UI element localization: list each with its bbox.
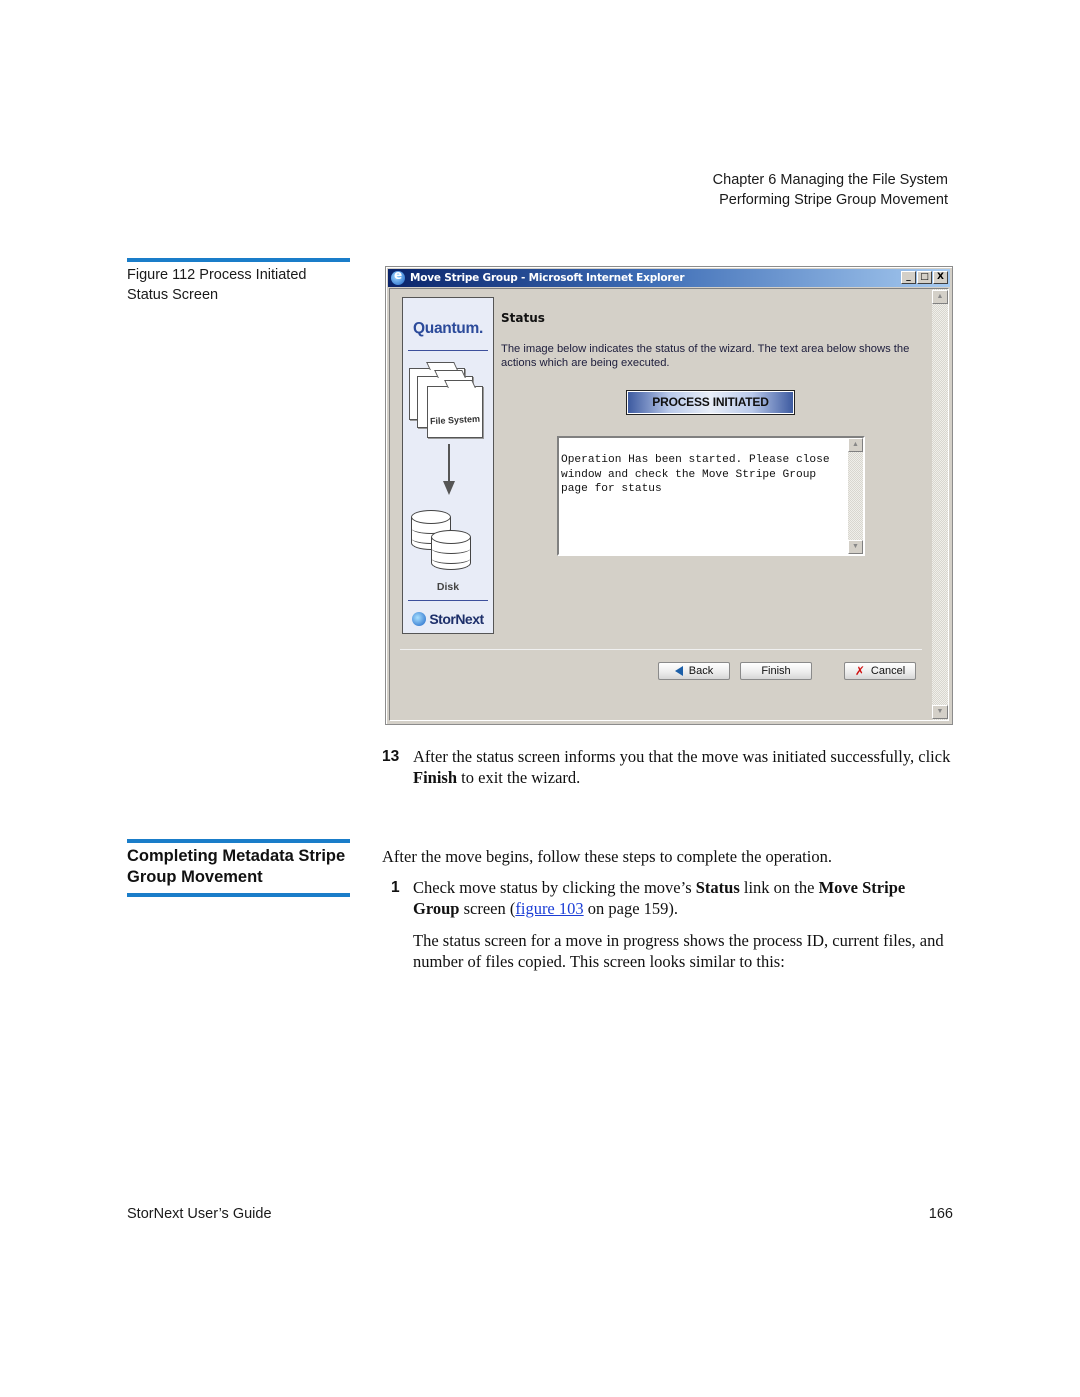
panel-divider [408, 350, 488, 351]
step-number: 13 [382, 748, 400, 765]
back-button[interactable]: Back [658, 662, 730, 680]
footer-page-number: 166 [928, 1206, 953, 1222]
folder-icon: File System [427, 386, 483, 438]
ie-window-screenshot: Move Stripe Group - Microsoft Internet E… [385, 266, 953, 725]
internet-explorer-icon [391, 268, 405, 285]
log-text: Operation Has been started. Please close… [561, 454, 837, 496]
back-arrow-icon [674, 666, 683, 676]
finish-label: Finish [761, 665, 791, 677]
button-divider [400, 649, 922, 650]
finish-term: Finish [413, 768, 458, 787]
running-header: Chapter 6 Managing the File System Perfo… [713, 171, 948, 210]
cancel-x-icon: ✗ [854, 664, 865, 678]
figure-103-link[interactable]: figure 103 [515, 899, 583, 918]
section-title: Performing Stripe Group Movement [719, 191, 948, 208]
figure-caption-block: Figure 112 Process Initiated Status Scre… [127, 258, 350, 305]
status-description: The image below indicates the status of … [501, 343, 910, 369]
action-log-textarea[interactable]: Operation Has been started. Please close… [557, 436, 865, 556]
scroll-down-icon[interactable]: ▼ [932, 705, 948, 719]
window-controls: _ □ X [901, 271, 948, 284]
footer-guide-title: StorNext User’s Guide [127, 1206, 272, 1222]
maximize-button[interactable]: □ [917, 271, 932, 284]
scroll-up-icon[interactable]: ▲ [848, 438, 863, 452]
step-number: 1 [391, 879, 400, 896]
quantum-logo: Quantum. [413, 320, 483, 337]
disk-icon [431, 530, 471, 572]
scroll-down-icon[interactable]: ▼ [848, 540, 863, 554]
close-button[interactable]: X [933, 271, 948, 284]
panel-divider [408, 600, 488, 601]
window-titlebar: Move Stripe Group - Microsoft Internet E… [388, 268, 950, 287]
disk-label: Disk [436, 581, 460, 593]
minimize-button[interactable]: _ [901, 271, 916, 284]
stornext-brand-text: StorNext [429, 611, 484, 627]
caption-rule [127, 258, 350, 262]
arrow-head-icon [443, 481, 455, 495]
scroll-up-icon[interactable]: ▲ [932, 290, 948, 304]
chapter-title: Chapter 6 Managing the File System [712, 172, 948, 188]
cancel-label: Cancel [870, 665, 906, 677]
step-text: After the status screen informs you that… [413, 747, 951, 787]
section-intro: After the move begins, follow these step… [382, 847, 832, 866]
status-heading: Status [501, 311, 545, 325]
finish-button[interactable]: Finish [740, 662, 812, 680]
wizard-content: Quantum. File System Disk StorNext Statu… [389, 288, 949, 721]
section-heading-block: Completing Metadata Stripe Group Movemen… [127, 839, 350, 897]
process-status-text: PROCESS INITIATED [628, 392, 793, 413]
step-13: 13 After the status screen informs you t… [382, 746, 952, 788]
window-scrollbar[interactable]: ▲ ▼ [932, 289, 948, 720]
step-text: Check move status by clicking the move’s… [413, 878, 906, 918]
cancel-button[interactable]: ✗ Cancel [844, 662, 916, 680]
stornext-logo: StorNext [403, 611, 493, 627]
process-status-badge: PROCESS INITIATED [626, 390, 795, 415]
down-arrow-icon [448, 444, 450, 484]
section-heading: Completing Metadata Stripe Group Movemen… [127, 847, 346, 886]
window-title: Move Stripe Group - Microsoft Internet E… [410, 272, 685, 284]
heading-rule-top [127, 839, 350, 843]
followup-paragraph: The status screen for a move in progress… [413, 931, 944, 971]
status-term: Status [695, 878, 740, 897]
folder-label: File System [429, 413, 481, 427]
stornext-globe-icon [412, 612, 427, 626]
log-scrollbar[interactable]: ▲ ▼ [848, 438, 863, 554]
wizard-graphic-panel: Quantum. File System Disk StorNext [402, 297, 494, 634]
heading-rule-bottom [127, 893, 350, 897]
figure-caption: Figure 112 Process Initiated Status Scre… [127, 267, 307, 303]
step-1: 1 Check move status by clicking the move… [382, 877, 952, 919]
back-label: Back [688, 665, 714, 677]
